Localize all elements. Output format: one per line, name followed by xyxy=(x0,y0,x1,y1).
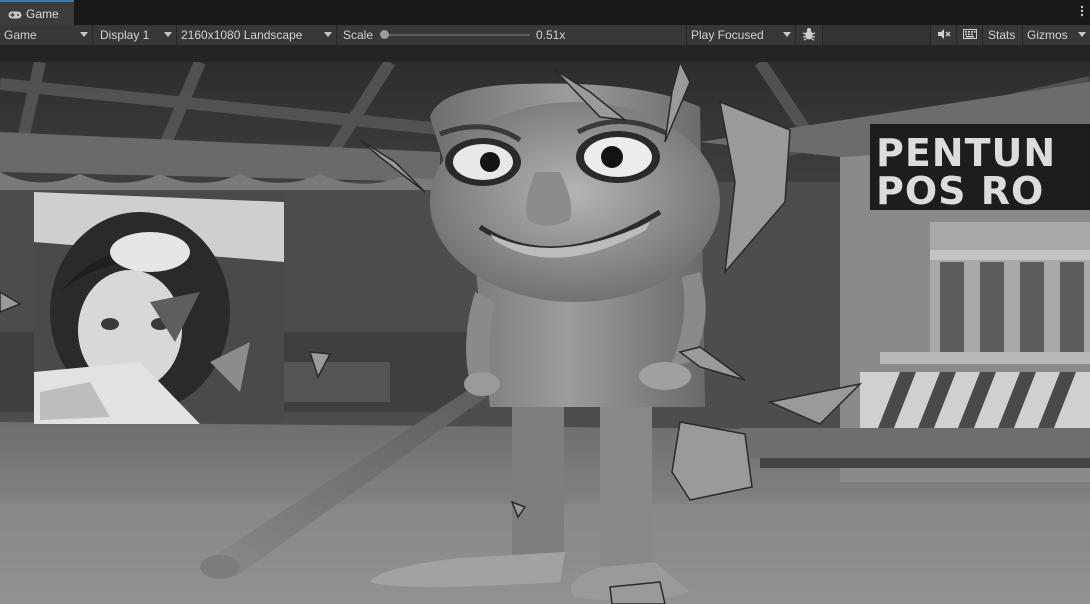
scale-slider[interactable] xyxy=(384,34,530,36)
gizmos-label: Gizmos xyxy=(1027,28,1068,42)
scale-slider-handle[interactable] xyxy=(380,30,389,39)
view-mode-dropdown[interactable]: Game xyxy=(0,25,93,45)
stats-label: Stats xyxy=(988,28,1016,42)
resolution-dropdown[interactable]: 2160x1080 Landscape xyxy=(177,25,337,45)
stats-button[interactable]: Stats xyxy=(983,25,1023,45)
game-render: PENTUN POS RO xyxy=(0,62,1090,604)
view-mode-label: Game xyxy=(4,28,37,42)
resolution-label: 2160x1080 Landscape xyxy=(181,28,303,42)
more-options-icon[interactable] xyxy=(1080,5,1084,17)
chevron-down-icon xyxy=(324,32,332,37)
scale-label: Scale xyxy=(343,28,374,42)
tab-bar: Game xyxy=(0,0,1090,25)
chevron-down-icon xyxy=(1078,32,1086,37)
display-dropdown[interactable]: Display 1 xyxy=(93,25,177,45)
sign-line-2: POS RO xyxy=(876,169,1044,213)
keyboard-shortcuts-button[interactable] xyxy=(957,25,983,45)
game-viewport[interactable]: PENTUN POS RO xyxy=(0,62,1090,604)
chevron-down-icon xyxy=(80,32,88,37)
scale-value: 0.51x xyxy=(536,28,566,42)
gizmos-dropdown[interactable]: Gizmos xyxy=(1023,25,1090,45)
debug-bug-button[interactable] xyxy=(796,25,823,45)
play-mode-dropdown[interactable]: Play Focused xyxy=(687,25,796,45)
bug-icon xyxy=(802,27,816,44)
display-label: Display 1 xyxy=(100,28,150,42)
mute-audio-button[interactable] xyxy=(931,25,957,45)
chevron-down-icon xyxy=(164,32,172,37)
tab-label: Game xyxy=(26,6,59,21)
viewport-letterbox xyxy=(0,46,1090,62)
keyboard-icon xyxy=(962,28,977,42)
speaker-muted-icon xyxy=(937,28,951,43)
toolbar-spacer xyxy=(823,25,931,45)
play-mode-label: Play Focused xyxy=(691,28,764,42)
gamepad-icon xyxy=(8,9,22,19)
chevron-down-icon xyxy=(783,32,791,37)
tab-game[interactable]: Game xyxy=(0,0,74,25)
